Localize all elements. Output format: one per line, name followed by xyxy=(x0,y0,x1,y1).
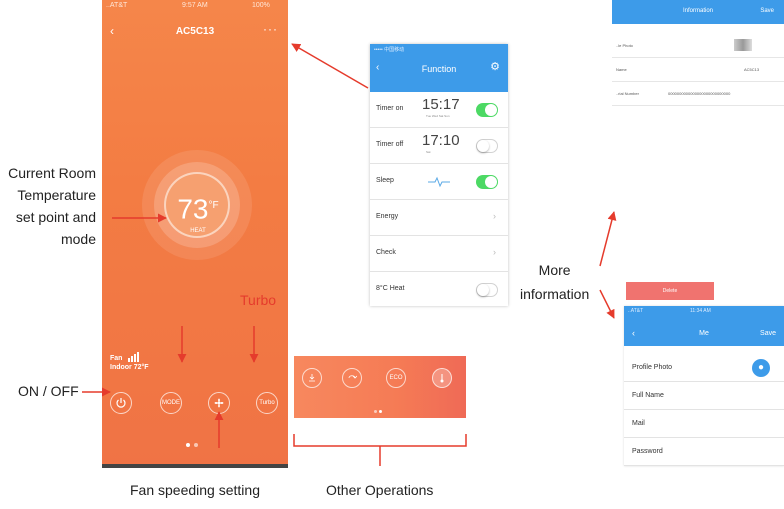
annotation-arrows xyxy=(82,43,617,466)
other-ops-bracket xyxy=(293,434,467,447)
arrow-down-to-me xyxy=(599,289,615,319)
arrow-to-more-menu xyxy=(291,43,369,89)
arrow-up-to-info xyxy=(599,211,617,267)
